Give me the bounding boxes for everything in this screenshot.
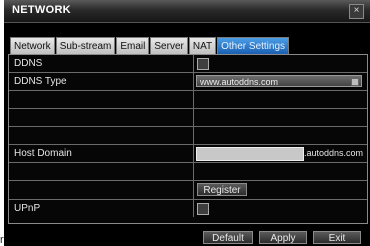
host-domain-suffix: .autoddns.com xyxy=(304,148,364,158)
tab-sub-stream[interactable]: Sub-stream xyxy=(55,37,116,54)
row-ddns-type: DDNS Type www.autoddns.com xyxy=(9,73,367,91)
row-empty-3 xyxy=(9,127,367,145)
default-button[interactable]: Default xyxy=(203,231,253,244)
row-empty-2 xyxy=(9,109,367,127)
ddns-label: DDNS xyxy=(14,58,43,69)
ddns-type-select[interactable]: www.autoddns.com xyxy=(196,75,362,87)
row-host-domain: Host Domain .autoddns.com xyxy=(9,145,367,163)
tab-other-settings[interactable]: Other Settings xyxy=(217,37,290,54)
tab-nat[interactable]: NAT xyxy=(188,37,217,54)
row-empty-4 xyxy=(9,163,367,181)
settings-panel: DDNS DDNS Type www.autoddns.com Host Dom… xyxy=(8,54,368,224)
ddns-checkbox[interactable] xyxy=(197,58,209,70)
row-empty-1 xyxy=(9,91,367,109)
apply-button[interactable]: Apply xyxy=(259,231,307,244)
row-ddns: DDNS xyxy=(9,55,367,73)
tab-network[interactable]: Network xyxy=(10,37,55,54)
title-bar: NETWORK × xyxy=(4,0,370,23)
dialog-title: NETWORK xyxy=(12,4,71,16)
tab-bar: Network Sub-stream Email Server NAT Othe… xyxy=(10,37,290,54)
chevron-down-icon xyxy=(351,78,359,86)
network-dialog: NETWORK × Network Sub-stream Email Serve… xyxy=(4,0,370,246)
host-domain-input[interactable] xyxy=(196,147,304,161)
tab-email[interactable]: Email xyxy=(116,37,150,54)
ddns-type-label: DDNS Type xyxy=(14,76,67,87)
row-register: Register xyxy=(9,181,367,200)
upnp-label: UPnP xyxy=(14,203,41,214)
close-icon[interactable]: × xyxy=(349,4,364,19)
host-domain-label: Host Domain xyxy=(14,148,72,159)
tab-server[interactable]: Server xyxy=(150,37,188,54)
row-upnp: UPnP xyxy=(9,200,367,217)
exit-button[interactable]: Exit xyxy=(313,231,361,244)
ddns-type-value: www.autoddns.com xyxy=(200,77,279,87)
register-button[interactable]: Register xyxy=(197,183,247,196)
upnp-checkbox[interactable] xyxy=(197,203,209,215)
